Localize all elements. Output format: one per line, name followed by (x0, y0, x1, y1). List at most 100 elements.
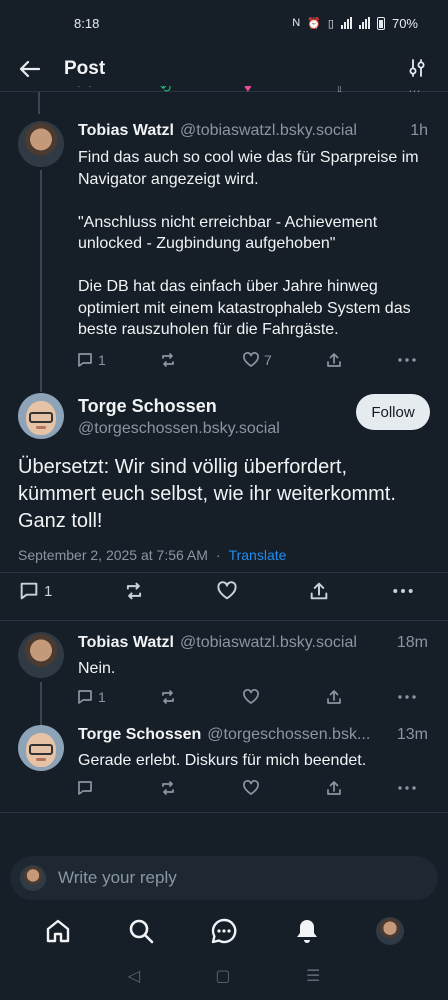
main-post-text: Übersetzt: Wir sind völlig überfordert, … (18, 456, 396, 532)
reply-count: 1 (98, 689, 106, 705)
post-time: 13m (396, 726, 428, 743)
repost-button[interactable] (159, 688, 242, 706)
thread-line (38, 92, 40, 114)
tab-notifications[interactable] (291, 915, 323, 947)
author-name[interactable]: Torge Schossen (78, 396, 217, 417)
divider (0, 620, 448, 621)
post-text-paragraph: Find das auch so cool wie das für Sparpr… (78, 149, 419, 188)
post-actions (76, 777, 430, 799)
back-button[interactable] (18, 55, 46, 83)
repost-icon (162, 781, 174, 795)
signal-2-icon (358, 17, 370, 29)
reply-icon: ⌒ (78, 86, 92, 98)
reply-composer[interactable]: Write your reply (10, 856, 438, 900)
reply-button[interactable]: 1 (18, 580, 123, 602)
tab-profile[interactable] (374, 915, 406, 947)
more-icon (398, 695, 416, 699)
like-count: 7 (264, 352, 272, 368)
heart-icon (243, 689, 259, 704)
tab-search[interactable] (125, 915, 157, 947)
repost-button[interactable] (123, 580, 216, 602)
avatar[interactable] (18, 393, 64, 439)
more-button[interactable] (397, 779, 417, 797)
post-date: September 2, 2025 at 7:56 AM (18, 547, 208, 563)
post-actions: 1 (76, 686, 430, 708)
battery-percent: 70% (391, 15, 418, 31)
tab-home[interactable] (42, 915, 74, 947)
reply-button[interactable]: 1 (76, 351, 159, 369)
heart-icon: ♥ (244, 86, 252, 95)
author-name[interactable]: Tobias Watzl (78, 634, 174, 652)
chat-icon (211, 918, 237, 944)
nav-recents-icon[interactable]: ☰ (306, 966, 320, 986)
repost-icon (162, 690, 174, 704)
more-icon (393, 589, 413, 593)
more-button[interactable] (397, 351, 417, 369)
previous-post-actions: ⌒ ⟲ ♥ ⇧ … (0, 86, 448, 98)
reply-icon (78, 781, 92, 795)
post-meta: Tobias Watzl @tobiaswatzl.bsky.social 18… (78, 634, 428, 652)
share-icon (327, 781, 341, 795)
repost-button[interactable] (159, 351, 242, 369)
tab-chat[interactable] (208, 915, 240, 947)
post-time: 1h (410, 122, 428, 139)
divider (0, 572, 448, 573)
search-icon (129, 919, 154, 944)
reply-button[interactable]: 1 (76, 688, 159, 706)
like-button[interactable] (242, 688, 325, 706)
bottom-nav (0, 904, 448, 958)
post-meta: Torge Schossen @torgeschossen.bsk... 13m (78, 726, 428, 744)
more-button[interactable] (392, 581, 414, 601)
vibrate-icon: ▯ (327, 17, 334, 30)
reply-count: 1 (98, 352, 106, 368)
share-icon: ⇧ (334, 86, 345, 95)
main-post-actions: 1 (18, 580, 430, 602)
reply-icon (78, 353, 92, 367)
sort-options-button[interactable] (406, 57, 430, 81)
post-timestamp-row: September 2, 2025 at 7:56 AM · Translate (18, 547, 286, 563)
author-handle[interactable]: @torgeschossen.bsky.social (78, 420, 280, 438)
signal-icon (340, 17, 352, 29)
sliders-icon (409, 58, 425, 77)
more-icon (398, 786, 416, 790)
like-button[interactable]: 7 (242, 351, 325, 369)
memoji-avatar-icon (26, 400, 56, 435)
repost-icon: ⟲ (160, 86, 171, 95)
thread-line (40, 682, 42, 726)
avatar (376, 917, 405, 945)
like-button[interactable] (216, 580, 308, 602)
separator-dot: · (215, 547, 221, 563)
author-handle[interactable]: @torgeschossen.bsk... (207, 726, 389, 744)
like-button[interactable] (242, 779, 325, 797)
post-body: Find das auch so cool wie das für Sparpr… (78, 147, 430, 341)
author-name[interactable]: Tobias Watzl (78, 122, 174, 140)
avatar[interactable] (18, 725, 64, 771)
post-body: Gerade erlebt. Diskurs für mich beendet. (78, 752, 367, 769)
post-time: 18m (396, 634, 428, 651)
share-button[interactable] (325, 688, 397, 706)
author-handle[interactable]: @tobiaswatzl.bsky.social (180, 122, 402, 140)
more-button[interactable] (397, 688, 417, 706)
heart-icon (217, 581, 237, 600)
nav-home-icon[interactable]: ▢ (215, 966, 230, 986)
battery-icon (376, 16, 385, 30)
heart-icon (243, 780, 259, 795)
avatar[interactable] (18, 632, 64, 678)
share-button[interactable] (325, 779, 397, 797)
share-button[interactable] (325, 351, 397, 369)
reply-button[interactable] (76, 779, 159, 797)
nav-back-icon[interactable]: ◁ (128, 966, 140, 986)
bell-icon (297, 920, 318, 943)
reply-icon (20, 582, 38, 600)
translate-link[interactable]: Translate (229, 547, 287, 563)
avatar (20, 865, 46, 891)
author-name[interactable]: Torge Schossen (78, 726, 201, 744)
post-text-paragraph: "Anschluss nicht erreichbar - Achievemen… (78, 213, 378, 253)
share-button[interactable] (308, 580, 392, 602)
repost-button[interactable] (159, 779, 242, 797)
post-text-paragraph: Die DB hat das einfach über Jahre hinweg… (78, 278, 411, 338)
page-title: Post (64, 57, 106, 79)
follow-button[interactable]: Follow (356, 394, 430, 430)
avatar[interactable] (18, 121, 64, 167)
author-handle[interactable]: @tobiaswatzl.bsky.social (180, 634, 389, 652)
